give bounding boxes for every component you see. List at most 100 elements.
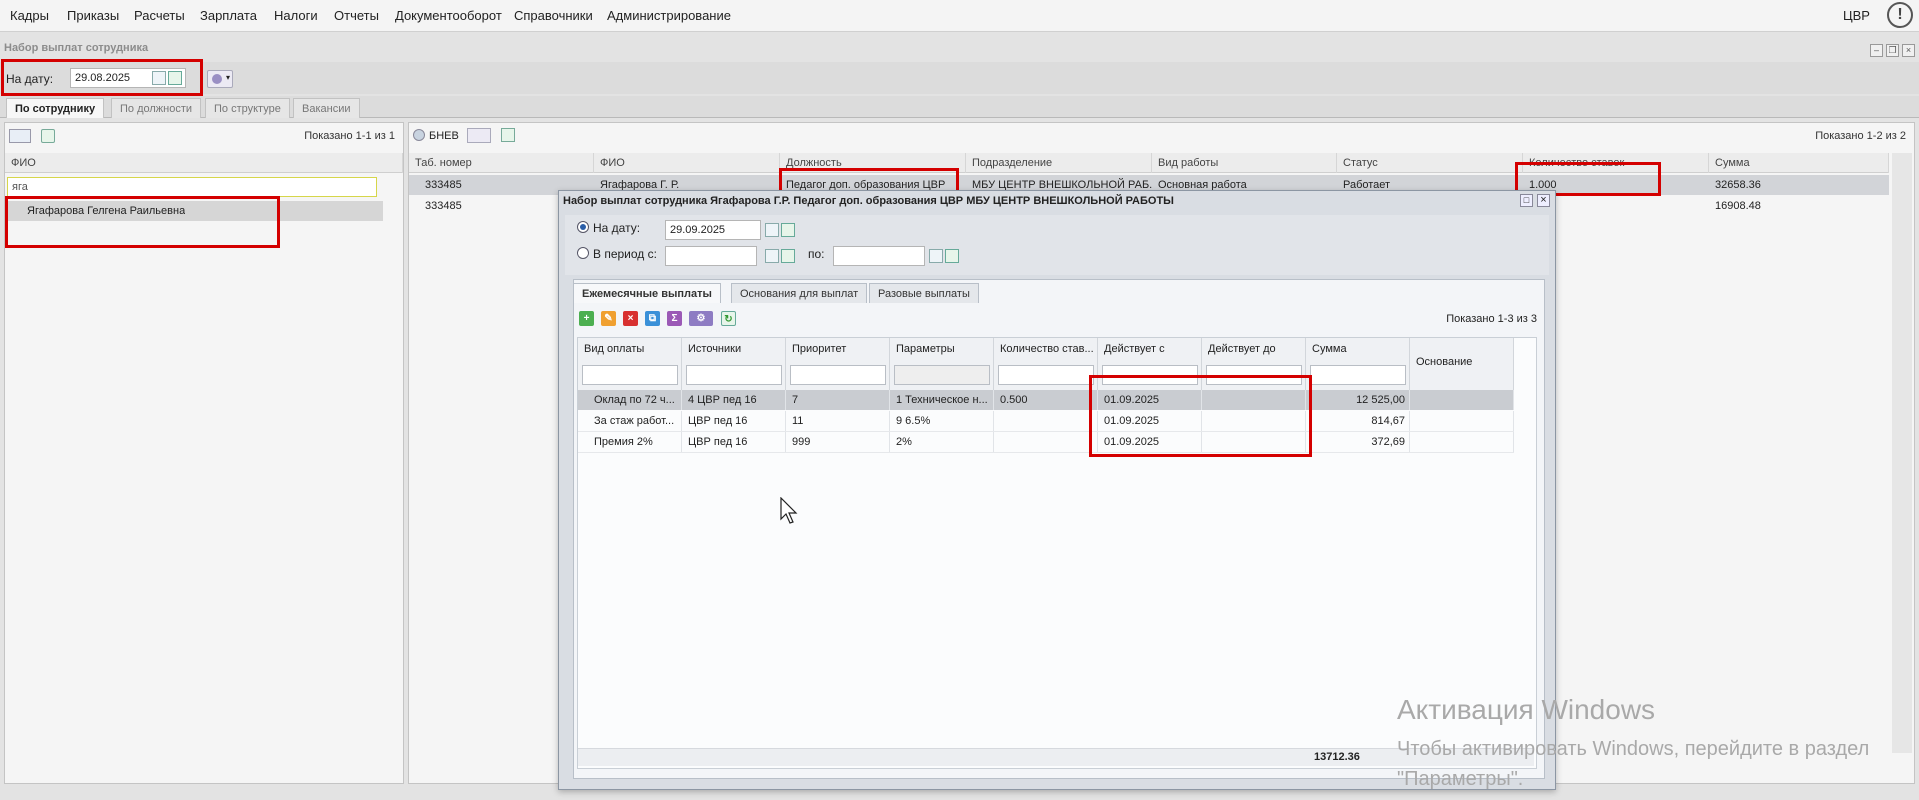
col-parameters[interactable]: Параметры [890, 338, 994, 390]
radio-period[interactable] [577, 247, 589, 259]
col-tab-number[interactable]: Таб. номер [409, 153, 594, 173]
filter-sum[interactable] [1310, 365, 1406, 385]
tab-monthly-payments[interactable]: Ежемесячные выплаты [573, 283, 721, 303]
employee-list-panel: Показано 1-1 из 1 ФИО яга Ягафарова Гелг… [4, 122, 404, 784]
alert-icon[interactable]: ! [1887, 2, 1913, 28]
table-row[interactable]: Премия 2% ЦВР пед 16 999 2% 01.09.2025 3… [578, 432, 1514, 453]
menu-raschety[interactable]: Расчеты [134, 8, 185, 23]
menu-otchety[interactable]: Отчеты [334, 8, 379, 23]
settings-icon[interactable] [467, 128, 491, 143]
col-sum[interactable]: Сумма [1306, 338, 1410, 390]
calendar-icon[interactable] [929, 249, 943, 263]
cell-parameters: 2% [890, 432, 994, 452]
date-pick-icon[interactable] [945, 249, 959, 263]
employee-row[interactable]: Ягафарова Гелгена Раильевна [7, 201, 383, 221]
cell-tab-number: 333485 [425, 200, 462, 212]
col-status[interactable]: Статус [1337, 153, 1523, 173]
filter-parameters[interactable] [894, 365, 990, 385]
date-pick-icon[interactable] [781, 249, 795, 263]
edit-icon[interactable]: ✎ [601, 311, 616, 326]
refresh-icon[interactable]: ↻ [721, 311, 736, 326]
col-valid-from[interactable]: Действует с [1098, 338, 1202, 390]
radio-on-date[interactable] [577, 221, 589, 233]
menu-administrirovanie[interactable]: Администрирование [607, 8, 731, 23]
org-icon [413, 129, 425, 141]
minimize-icon[interactable]: – [1870, 44, 1883, 57]
tab-by-position[interactable]: По должности [111, 98, 202, 118]
add-icon[interactable]: + [579, 311, 594, 326]
scrollbar[interactable] [1892, 153, 1912, 753]
cell-rates-count [994, 432, 1098, 452]
menu-nalogi[interactable]: Налоги [274, 8, 318, 23]
col-rates-count[interactable]: Количество став... [994, 338, 1098, 390]
calendar-icon[interactable] [765, 249, 779, 263]
menu-kadry[interactable]: Кадры [10, 8, 49, 23]
filter-valid-to[interactable] [1206, 365, 1302, 385]
period-to-field[interactable] [833, 246, 925, 266]
cell-sum: 16908.48 [1715, 200, 1761, 212]
restore-icon[interactable]: ❐ [1886, 44, 1899, 57]
col-rates[interactable]: Количество ставок [1523, 153, 1709, 173]
close-icon[interactable]: × [1902, 44, 1915, 57]
maximize-icon[interactable]: □ [1520, 194, 1533, 207]
date-label: На дату: [6, 72, 54, 86]
col-basis[interactable]: Основание [1410, 338, 1514, 390]
calendar-icon[interactable] [152, 71, 166, 85]
col-department[interactable]: Подразделение [966, 153, 1152, 173]
col-priority-label: Приоритет [792, 343, 847, 355]
tab-by-structure[interactable]: По структуре [205, 98, 290, 118]
col-sum[interactable]: Сумма [1709, 153, 1889, 173]
calendar-icon[interactable] [765, 223, 779, 237]
tab-payment-grounds[interactable]: Основания для выплат [731, 283, 868, 303]
tab-one-time-payments[interactable]: Разовые выплаты [869, 283, 979, 303]
table-row[interactable]: Оклад по 72 ч... 4 ЦВР пед 16 7 1 Технич… [578, 390, 1514, 410]
cell-rates-count: 0.500 [994, 390, 1098, 410]
col-payment-type[interactable]: Вид оплаты [578, 338, 682, 390]
tab-vacancies[interactable]: Вакансии [293, 98, 360, 118]
filter-valid-from[interactable] [1102, 365, 1198, 385]
col-fio[interactable]: ФИО [594, 153, 780, 173]
menu-spravochniki[interactable]: Справочники [514, 8, 593, 23]
col-sources[interactable]: Источники [682, 338, 786, 390]
col-fio[interactable]: ФИО [5, 153, 403, 173]
filter-payment-type[interactable] [582, 365, 678, 385]
col-rates-count-label: Количество став... [1000, 343, 1094, 355]
menu-prikazy[interactable]: Приказы [67, 8, 119, 23]
sum-icon[interactable]: Σ [667, 311, 682, 326]
fio-filter-input[interactable]: яга [7, 177, 377, 197]
cell-sources: ЦВР пед 16 [682, 432, 786, 452]
user-label[interactable]: ЦВР [1843, 8, 1870, 23]
refresh-icon[interactable] [41, 129, 55, 143]
menu-zarplata[interactable]: Зарплата [200, 8, 257, 23]
settings-icon[interactable]: ▾ [207, 70, 233, 88]
bnev-label[interactable]: БНЕВ [429, 130, 459, 142]
close-icon[interactable]: × [1537, 194, 1550, 207]
dialog-date-field[interactable]: 29.09.2025 [665, 220, 761, 240]
refresh-icon[interactable] [501, 128, 515, 142]
date-pick-icon[interactable] [781, 223, 795, 237]
date-pick-icon[interactable] [168, 71, 182, 85]
cell-payment-type: За стаж работ... [578, 411, 682, 431]
col-priority[interactable]: Приоритет [786, 338, 890, 390]
settings-icon[interactable]: ⚙ [689, 311, 713, 326]
cell-tab-number: 333485 [425, 179, 462, 191]
view-toggle-icon[interactable] [9, 129, 31, 143]
period-from-field[interactable] [665, 246, 757, 266]
delete-icon[interactable]: × [623, 311, 638, 326]
menu-dokumentooborot[interactable]: Документооборот [395, 8, 502, 23]
cell-valid-to [1202, 432, 1306, 452]
cell-priority: 999 [786, 432, 890, 452]
main-tabs: По сотруднику По должности По структуре … [0, 96, 1919, 118]
watermark-title: Активация Windows [1397, 694, 1656, 725]
filter-priority[interactable] [790, 365, 886, 385]
cell-priority: 11 [786, 411, 890, 431]
filter-rates-count[interactable] [998, 365, 1094, 385]
filter-sources[interactable] [686, 365, 782, 385]
cursor-icon [780, 497, 798, 524]
col-work-type[interactable]: Вид работы [1152, 153, 1337, 173]
table-row[interactable]: За стаж работ... ЦВР пед 16 11 9 6.5% 01… [578, 411, 1514, 432]
tab-by-employee[interactable]: По сотруднику [6, 98, 105, 118]
copy-icon[interactable]: ⧉ [645, 311, 660, 326]
col-valid-to[interactable]: Действует до [1202, 338, 1306, 390]
col-position[interactable]: Должность [780, 153, 966, 173]
